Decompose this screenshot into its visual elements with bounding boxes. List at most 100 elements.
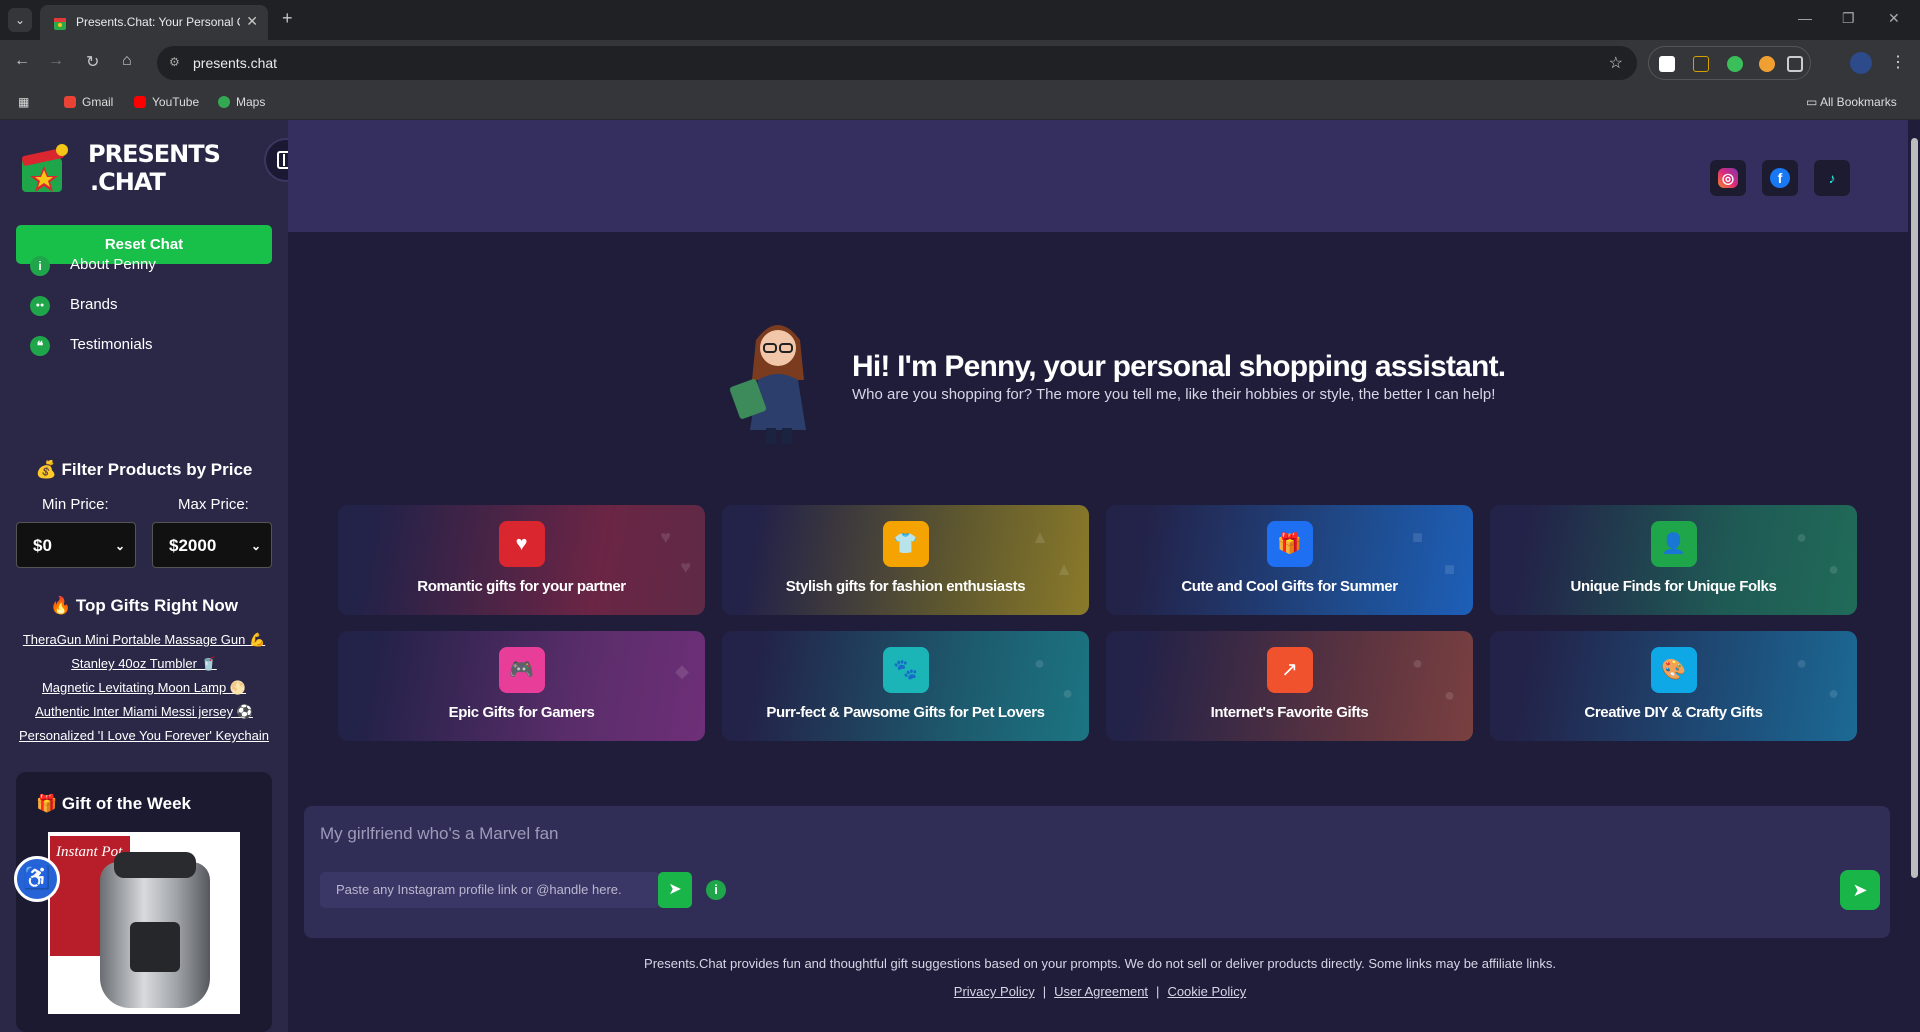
minimize-icon[interactable]: — [1798, 10, 1812, 26]
address-bar[interactable]: ⚙ presents.chat ☆ [157, 46, 1637, 80]
scrollbar-thumb[interactable] [1911, 138, 1918, 878]
extension-icon[interactable] [1659, 56, 1675, 72]
category-card-romantic[interactable]: ♥ ♥ ♥ Romantic gifts for your partner [338, 505, 705, 615]
user-icon: ● [1796, 527, 1807, 547]
gift-of-the-week-card: 🎁 Gift of the Week Instant Pot [16, 772, 272, 1032]
browser-toolbar: ← → ↻ ⌂ ⚙ presents.chat ☆ ⋮ [0, 40, 1920, 86]
user-agreement-link[interactable]: User Agreement [1054, 984, 1148, 999]
chat-bubble-icon: ❝ [30, 336, 50, 356]
extension-icon[interactable] [1727, 56, 1743, 72]
instagram-handle-input[interactable]: Paste any Instagram profile link or @han… [320, 872, 660, 908]
browser-menu-icon[interactable]: ⋮ [1890, 52, 1906, 72]
footer-links: Privacy Policy | User Agreement | Cookie Pol… [953, 984, 1247, 999]
bookmark-maps[interactable]: Maps [218, 95, 265, 109]
send-message-button[interactable]: ➤ [1840, 870, 1880, 910]
facebook-link[interactable]: f [1762, 160, 1798, 196]
heart-icon: ♥ [498, 521, 545, 567]
category-card-diy[interactable]: 🎨 ● ● Creative DIY & Crafty Gifts [1490, 631, 1857, 741]
chat-input[interactable]: My girlfriend who's a Marvel fan [320, 824, 559, 844]
heart-icon: ♥ [660, 527, 671, 547]
gift-icon: ■ [1412, 527, 1423, 547]
tiktok-link[interactable]: ♪ [1814, 160, 1850, 196]
close-window-icon[interactable]: ✕ [1888, 10, 1900, 27]
paw-icon: 🐾 [882, 647, 929, 693]
chevron-down-icon: ⌄ [114, 539, 125, 553]
shirt-icon: ▲ [1031, 527, 1049, 547]
profile-avatar[interactable] [1850, 52, 1872, 74]
site-info-icon[interactable]: ⚙ [169, 55, 180, 69]
gift-of-the-week-image[interactable]: Instant Pot [48, 832, 240, 1014]
back-icon[interactable]: ← [14, 52, 30, 70]
top-gifts-title: 🔥 Top Gifts Right Now [50, 596, 238, 615]
instagram-link[interactable]: ◎ [1710, 160, 1746, 196]
trend-icon: ● [1444, 685, 1455, 705]
chat-composer: My girlfriend who's a Marvel fan Paste a… [304, 806, 1890, 938]
browser-tab[interactable]: Presents.Chat: Your Personal Gi ✕ [40, 5, 268, 40]
logo-wordmark[interactable]: PRESENTS .CHAT [88, 140, 221, 196]
restore-icon[interactable]: ❐ [1842, 10, 1855, 27]
browser-chrome: ⌄ Presents.Chat: Your Personal Gi ✕ + — … [0, 0, 1920, 120]
cookie-policy-link[interactable]: Cookie Policy [1167, 984, 1246, 999]
youtube-icon [134, 96, 146, 108]
tab-title: Presents.Chat: Your Personal Gi [76, 15, 240, 29]
gamepad-icon: 🎮 [498, 647, 545, 693]
extension-icon[interactable] [1759, 56, 1775, 72]
top-gift-link[interactable]: Personalized 'I Love You Forever' Keycha… [0, 728, 288, 743]
tab-search-button[interactable]: ⌄ [8, 8, 32, 32]
min-price-select[interactable]: $0 ⌄ [16, 522, 136, 568]
category-card-internet[interactable]: ↗ ● ● Internet's Favorite Gifts [1106, 631, 1473, 741]
accessibility-icon[interactable]: ♿ [14, 856, 60, 902]
trend-icon: ↗ [1266, 647, 1313, 693]
send-icon: ➤ [1852, 880, 1868, 900]
bookmark-youtube[interactable]: YouTube [134, 95, 199, 109]
home-icon[interactable]: ⌂ [122, 52, 132, 70]
extensions-area [1648, 46, 1811, 80]
new-tab-icon[interactable]: + [282, 8, 293, 29]
gift-of-the-week-title: 🎁 Gift of the Week [36, 794, 191, 813]
tiktok-icon: ♪ [1828, 170, 1836, 186]
page-scrollbar[interactable] [1908, 120, 1920, 1032]
bookmark-gmail[interactable]: Gmail [64, 95, 113, 109]
disclaimer-text: Presents.Chat provides fun and thoughtfu… [644, 956, 1556, 971]
category-card-fashion[interactable]: 👕 ▲ ▲ Stylish gifts for fashion enthusia… [722, 505, 1089, 615]
category-card-gamers[interactable]: 🎮 ◆ Epic Gifts for Gamers [338, 631, 705, 741]
max-price-select[interactable]: $2000 ⌄ [152, 522, 272, 568]
all-bookmarks[interactable]: ▭ All Bookmarks [1806, 95, 1897, 109]
reload-icon[interactable]: ↻ [86, 52, 99, 72]
category-card-summer[interactable]: 🎁 ■ ■ Cute and Cool Gifts for Summer [1106, 505, 1473, 615]
top-gift-link[interactable]: Magnetic Levitating Moon Lamp 🌕 [0, 680, 288, 696]
category-card-pets[interactable]: 🐾 ● ● Purr-fect & Pawsome Gifts for Pet … [722, 631, 1089, 741]
gift-icon: 🎁 [1266, 521, 1313, 567]
folder-icon: ▭ [1806, 95, 1821, 109]
extensions-puzzle-icon[interactable] [1787, 56, 1803, 72]
heart-icon: ♥ [680, 557, 691, 577]
gmail-icon [64, 96, 76, 108]
filter-title: 💰 Filter Products by Price [35, 460, 253, 479]
site-favicon-icon [54, 18, 66, 30]
maps-icon [218, 96, 230, 108]
main-content: ◎ f ♪ Hi! I'm Penny, your personal shopp… [288, 120, 1908, 1032]
top-gift-link[interactable]: Stanley 40oz Tumbler 🥤 [0, 656, 288, 672]
forward-icon[interactable]: → [48, 52, 64, 70]
top-gift-link[interactable]: Authentic Inter Miami Messi jersey ⚽ [0, 704, 288, 720]
facebook-icon: f [1770, 168, 1790, 188]
trend-icon: ● [1412, 653, 1423, 673]
info-icon[interactable]: i [706, 880, 726, 900]
hero-title: Hi! I'm Penny, your personal shopping as… [852, 350, 1506, 383]
header-band: ◎ f ♪ [288, 120, 1908, 232]
instagram-submit-button[interactable]: ➤ [658, 872, 692, 908]
palette-icon: ● [1828, 683, 1839, 703]
close-tab-icon[interactable]: ✕ [246, 13, 258, 30]
bookmark-star-icon[interactable]: ☆ [1609, 53, 1623, 73]
shirt-icon: ▲ [1055, 559, 1073, 579]
top-gift-link[interactable]: TheraGun Mini Portable Massage Gun 💪 [0, 632, 288, 648]
info-icon: i [30, 256, 50, 276]
privacy-policy-link[interactable]: Privacy Policy [954, 984, 1035, 999]
bookmarks-bar: ▦ Gmail YouTube Maps ▭ All Bookmarks [0, 86, 1920, 120]
max-price-label: Max Price: [178, 496, 249, 513]
send-icon: ➤ [668, 881, 682, 898]
extension-icon[interactable] [1693, 56, 1709, 72]
presents-logo-icon[interactable] [16, 138, 76, 198]
apps-grid-icon[interactable]: ▦ [18, 95, 29, 109]
category-card-unique[interactable]: 👤 ● ● Unique Finds for Unique Folks [1490, 505, 1857, 615]
